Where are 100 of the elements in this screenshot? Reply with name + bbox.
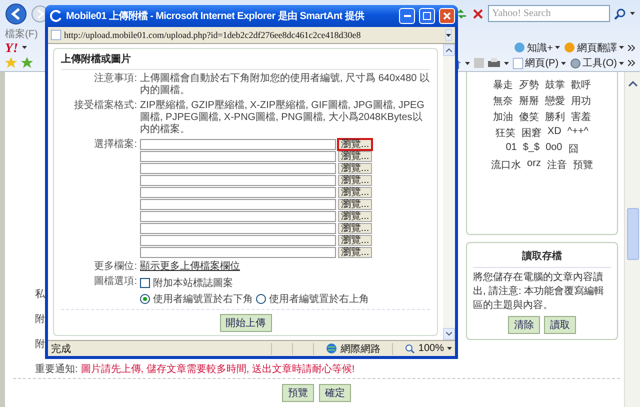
toolbar-button[interactable]: 網頁(P): [513, 56, 566, 70]
search-field[interactable]: Yahoo! Search: [488, 5, 610, 22]
upload-button[interactable]: 開始上傳: [220, 314, 272, 332]
scrollbar[interactable]: [443, 44, 455, 340]
file-field[interactable]: [140, 211, 336, 222]
file-field[interactable]: [140, 163, 336, 174]
emoticon-link[interactable]: 加油: [493, 110, 513, 124]
emoticon-link[interactable]: 掰掰: [519, 94, 539, 108]
zoom-control[interactable]: 100%: [405, 343, 452, 354]
browse-button[interactable]: 瀏覽...: [338, 175, 372, 186]
browse-button[interactable]: 瀏覽...: [338, 139, 372, 150]
chevron-icon[interactable]: [628, 44, 635, 51]
minimize-button[interactable]: [399, 8, 415, 24]
close-button[interactable]: [439, 8, 455, 24]
caret-icon: [560, 62, 566, 65]
emoticon-link[interactable]: 鼓掌: [545, 78, 565, 92]
panel-button[interactable]: 清除: [508, 316, 540, 334]
file-field[interactable]: [140, 223, 336, 234]
file-field[interactable]: [140, 175, 336, 186]
emoticon-link[interactable]: 流口水: [491, 158, 522, 172]
emoticon-link[interactable]: orz: [527, 158, 541, 172]
emoticon-link[interactable]: 狂笑: [496, 126, 516, 140]
emoticon-link[interactable]: 注音: [546, 158, 567, 172]
toolbar-button[interactable]: 網頁翻譯: [564, 40, 624, 55]
radio-button[interactable]: [256, 294, 266, 304]
panel-heading: 上傳附檔或圖片: [61, 52, 430, 70]
file-field[interactable]: [140, 139, 336, 150]
browse-button[interactable]: 瀏覽...: [338, 235, 372, 246]
emoticon-link[interactable]: 害羞: [571, 110, 591, 124]
emoticon-link[interactable]: 囧: [568, 142, 578, 156]
form-button[interactable]: 確定: [319, 384, 351, 402]
dropdown-button[interactable]: [445, 29, 452, 41]
panel-title: 讀取存檔: [473, 249, 611, 268]
emoticon-link[interactable]: 歡呼: [571, 78, 591, 92]
emoticon-link[interactable]: 歹勢: [519, 78, 539, 92]
star-icon[interactable]: [5, 57, 17, 70]
panel-text: 將您儲存在電腦的文章內容讀出, 請注意: 本功能會覆寫編輯區的主題與內容。: [473, 271, 606, 313]
caret-icon: [447, 347, 452, 350]
print-icon[interactable]: [488, 58, 500, 69]
radio-button[interactable]: [140, 294, 150, 304]
radio-label: 使用者編號置於右上角: [269, 292, 369, 306]
toolbar-button[interactable]: 知識+: [514, 40, 560, 55]
field-label: 更多欄位:: [93, 261, 137, 273]
caret-icon: [22, 46, 27, 50]
emoticon-link[interactable]: 01: [506, 142, 517, 156]
browse-button[interactable]: 瀏覽...: [338, 199, 372, 210]
caret-icon: [504, 62, 510, 65]
scroll-down-button[interactable]: [443, 328, 455, 340]
browse-button[interactable]: 瀏覽...: [338, 163, 372, 174]
scroll-up-button[interactable]: [443, 44, 455, 56]
emoticon-link[interactable]: $_$: [522, 142, 540, 156]
emoticon-link[interactable]: 戀愛: [545, 94, 565, 108]
maximize-button[interactable]: [419, 8, 435, 24]
emoticon-link[interactable]: 暴走: [493, 78, 513, 92]
field-label: 接受檔案格式:: [73, 100, 137, 112]
minimize-icon: [404, 15, 410, 17]
emoticon-link[interactable]: 0o0: [546, 142, 562, 156]
checkbox[interactable]: [140, 278, 150, 288]
logo[interactable]: Y!: [5, 40, 18, 56]
status-text: 完成: [51, 342, 71, 356]
stop-icon[interactable]: [472, 8, 484, 20]
search-icon[interactable]: [614, 8, 626, 20]
browse-button[interactable]: 瀏覽...: [338, 247, 372, 258]
emoticon-link[interactable]: ^++^: [567, 126, 588, 140]
emoticon-link[interactable]: 勝利: [545, 110, 565, 124]
emoticon-link[interactable]: 困窘: [522, 126, 542, 140]
browse-button[interactable]: 瀏覽...: [338, 211, 372, 222]
file-field[interactable]: [140, 151, 336, 162]
page-icon: [513, 58, 524, 69]
field-label: 注意事項:: [93, 73, 137, 85]
form-button[interactable]: 預覽: [282, 384, 314, 402]
scrollbar[interactable]: [624, 72, 640, 407]
browse-button[interactable]: 瀏覽...: [338, 223, 372, 234]
caret-icon: [630, 12, 635, 16]
radio-label: 使用者編號置於右下角: [153, 292, 253, 306]
emoticon-link[interactable]: 預覽: [572, 158, 593, 172]
browser-icon: [50, 10, 62, 22]
form-label: 重要通知:: [35, 362, 78, 376]
field-text: 上傳圖檔會自動於右下角附加您的使用者編號, 尺寸爲 640x480 以内的圖檔。: [140, 73, 430, 97]
file-field[interactable]: [140, 187, 336, 198]
browse-button[interactable]: 瀏覽...: [338, 151, 372, 162]
more-fields-link[interactable]: 顯示更多上傳檔案欄位: [140, 261, 240, 272]
chevron-icon[interactable]: [628, 60, 635, 66]
emoticon-link[interactable]: XD: [548, 126, 562, 140]
emoticon-link[interactable]: 無奈: [493, 94, 513, 108]
back-icon[interactable]: [5, 2, 27, 25]
file-field[interactable]: [140, 235, 336, 246]
file-field[interactable]: [140, 199, 336, 210]
emoticon-link[interactable]: 用功: [571, 94, 591, 108]
menu-item[interactable]: 檔案(F): [5, 26, 38, 41]
browse-button[interactable]: 瀏覽...: [338, 187, 372, 198]
emoticon-link[interactable]: 傻笑: [519, 110, 539, 124]
toolbar-button[interactable]: 工具(O): [570, 56, 624, 70]
zoom-icon: [405, 344, 416, 354]
caret-icon: [446, 34, 451, 36]
scrollbar-thumb[interactable]: [626, 208, 638, 260]
panel-button[interactable]: 讀取: [544, 316, 576, 334]
file-field[interactable]: [140, 247, 336, 258]
caret-icon: [555, 46, 560, 50]
star-icon[interactable]: [21, 57, 33, 70]
